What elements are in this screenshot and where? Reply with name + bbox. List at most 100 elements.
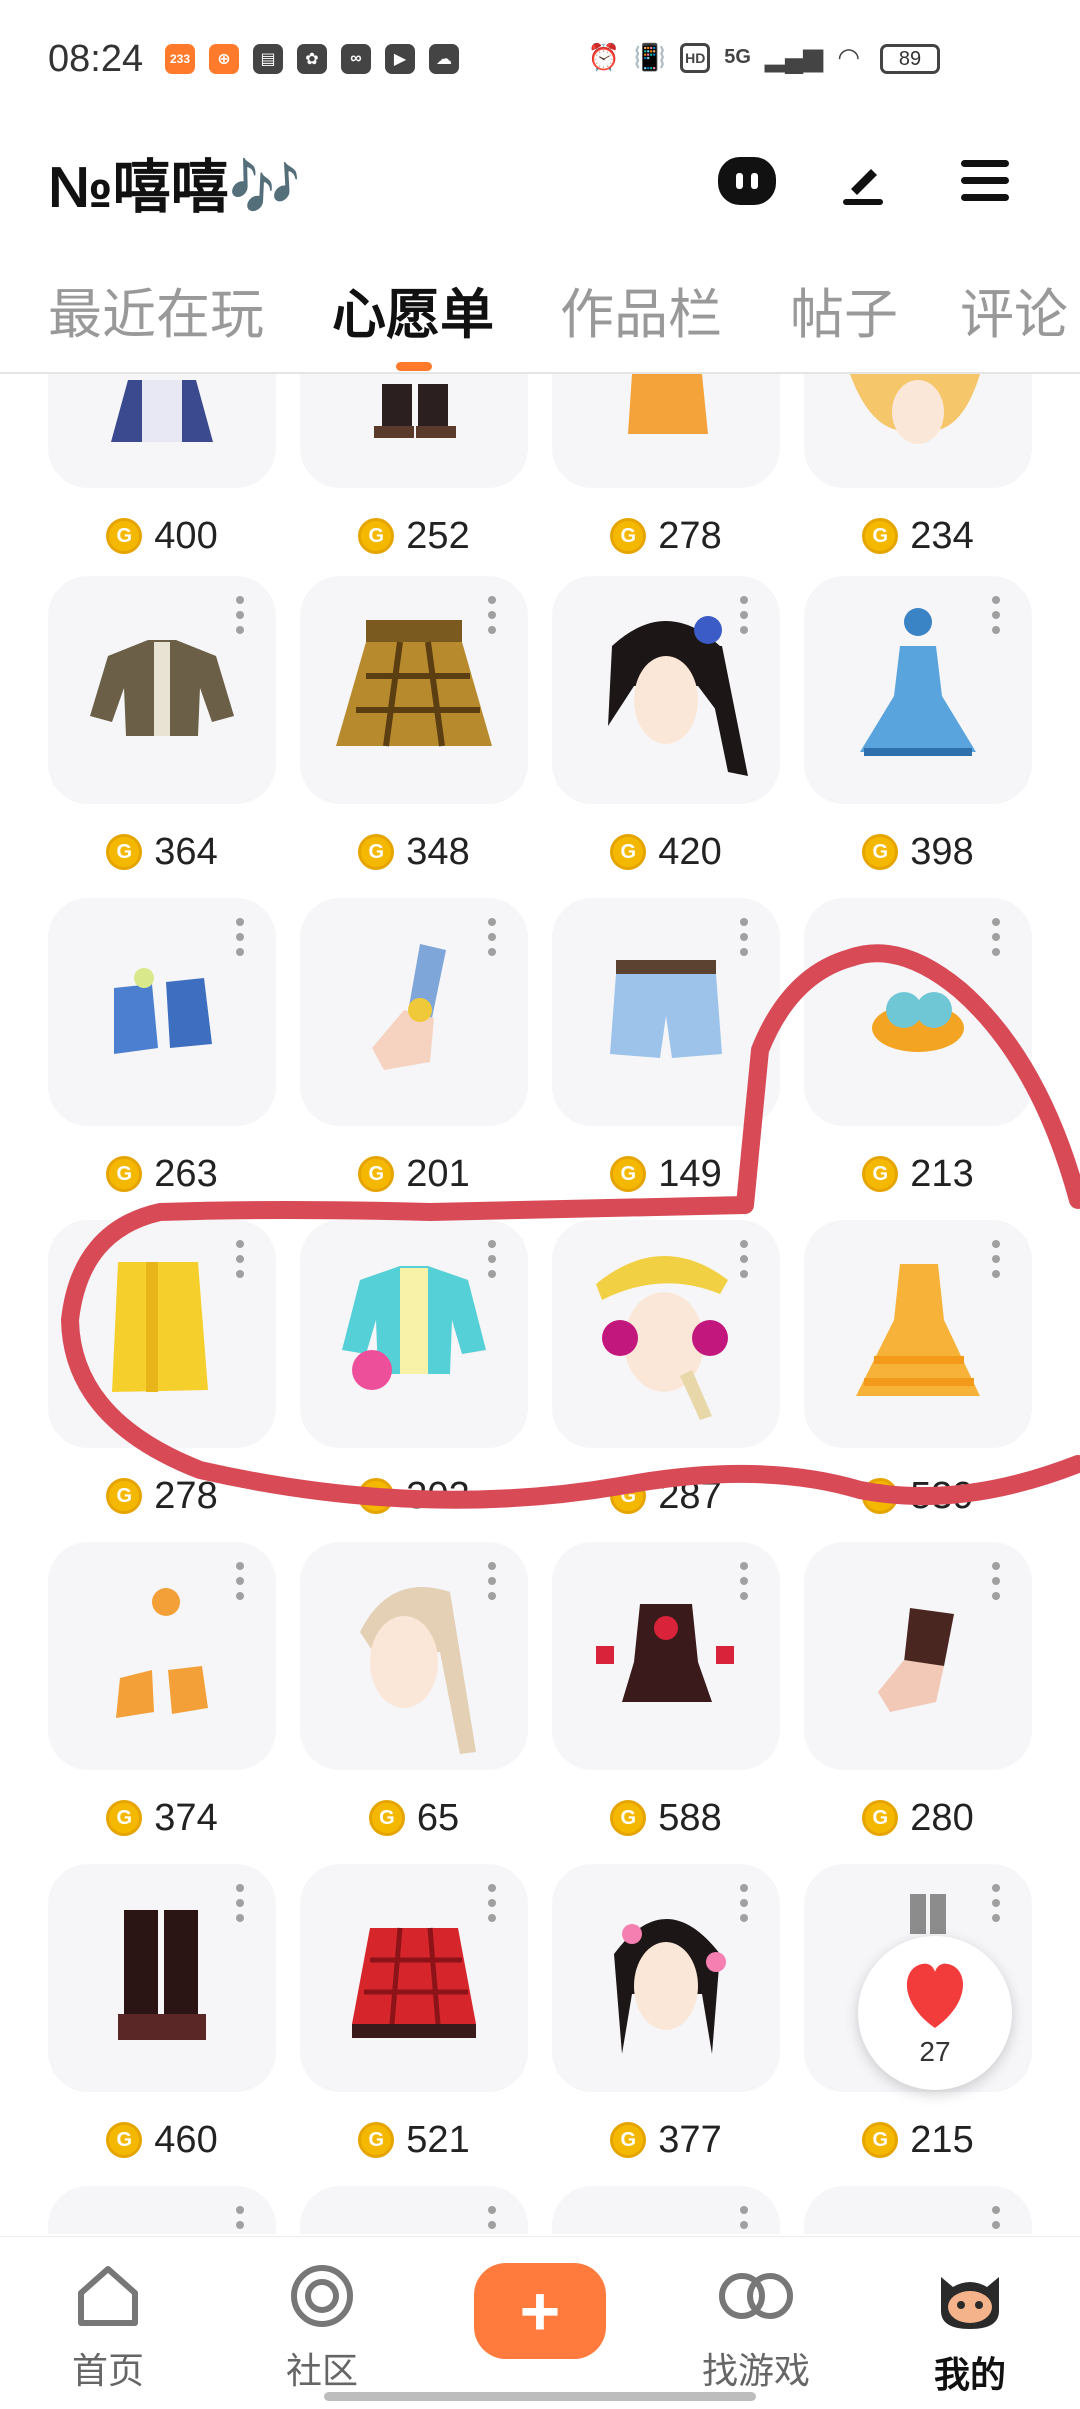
wishlist-item[interactable]: 278 <box>552 374 780 564</box>
more-options-icon[interactable] <box>992 1240 1000 1285</box>
item-card[interactable] <box>300 1864 528 2092</box>
wishlist-item[interactable]: 539 <box>804 1220 1032 1524</box>
item-card[interactable] <box>552 1542 780 1770</box>
wishlist-item[interactable] <box>552 2186 780 2234</box>
wishlist-item[interactable]: 234 <box>804 374 1032 564</box>
more-options-icon[interactable] <box>236 2206 244 2234</box>
tab-recently-played[interactable]: 最近在玩 <box>48 270 264 349</box>
more-options-icon[interactable] <box>992 1884 1000 1929</box>
wishlist-item[interactable]: 149 <box>552 898 780 1202</box>
nav-label: 首页 <box>71 2350 144 2391</box>
more-options-icon[interactable] <box>488 1240 496 1285</box>
item-card[interactable] <box>804 1220 1032 1448</box>
dress-icon <box>111 380 213 442</box>
more-options-icon[interactable] <box>740 918 748 963</box>
item-card[interactable] <box>552 576 780 804</box>
tab-works[interactable]: 作品栏 <box>560 270 722 349</box>
wishlist-item[interactable]: 213 <box>804 898 1032 1202</box>
menu-button[interactable] <box>950 146 1020 216</box>
app-notification-icon: ⊕ <box>209 44 239 74</box>
tab-comments[interactable]: 评论 <box>960 270 1068 349</box>
item-card[interactable] <box>552 1864 780 2092</box>
more-options-icon[interactable] <box>992 918 1000 963</box>
wishlist-item[interactable]: 280 <box>804 1542 1032 1846</box>
item-card[interactable] <box>48 2186 276 2234</box>
more-options-icon[interactable] <box>236 596 244 641</box>
wishlist-item[interactable]: 278 <box>48 1220 276 1524</box>
item-card[interactable] <box>552 2186 780 2234</box>
favorite-float-button[interactable]: 27 <box>858 1936 1012 2090</box>
item-card[interactable] <box>804 898 1032 1126</box>
item-card[interactable] <box>300 576 528 804</box>
item-card[interactable] <box>804 1542 1032 1770</box>
wishlist-item[interactable]: 348 <box>300 576 528 880</box>
item-card[interactable] <box>48 898 276 1126</box>
wishlist-item[interactable]: 377 <box>552 1864 780 2168</box>
wishlist-item[interactable]: 302 <box>300 1220 528 1524</box>
item-card[interactable] <box>552 898 780 1126</box>
more-options-icon[interactable] <box>236 918 244 963</box>
nav-home[interactable]: 首页 <box>38 2263 178 2394</box>
more-options-icon[interactable] <box>740 1884 748 1929</box>
item-card[interactable] <box>552 1220 780 1448</box>
more-options-icon[interactable] <box>236 1884 244 1929</box>
wishlist-item[interactable]: 521 <box>300 1864 528 2168</box>
wishlist-item[interactable]: 400 <box>48 374 276 564</box>
price-value: 278 <box>154 1474 218 1517</box>
more-options-icon[interactable] <box>488 1884 496 1929</box>
more-options-icon[interactable] <box>236 1562 244 1607</box>
wishlist-item[interactable] <box>804 2186 1032 2234</box>
item-card[interactable] <box>804 2186 1032 2234</box>
item-card[interactable] <box>48 576 276 804</box>
wishlist-item[interactable]: 460 <box>48 1864 276 2168</box>
more-options-icon[interactable] <box>740 1562 748 1607</box>
more-options-icon[interactable] <box>488 596 496 641</box>
wishlist-item[interactable]: 65 <box>300 1542 528 1846</box>
item-card[interactable] <box>300 898 528 1126</box>
more-options-icon[interactable] <box>992 596 1000 641</box>
wishlist-item[interactable]: 420 <box>552 576 780 880</box>
price-value: 588 <box>658 1796 722 1839</box>
item-card[interactable] <box>48 1542 276 1770</box>
item-card[interactable] <box>552 374 780 488</box>
item-card[interactable] <box>804 374 1032 488</box>
more-options-icon[interactable] <box>740 596 748 641</box>
item-card[interactable] <box>300 2186 528 2234</box>
more-options-icon[interactable] <box>236 1240 244 1285</box>
tab-wishlist[interactable]: 心愿单 <box>332 270 494 349</box>
nav-profile[interactable]: 我的 <box>900 2263 1040 2398</box>
wishlist-item[interactable]: 374 <box>48 1542 276 1846</box>
more-options-icon[interactable] <box>488 918 496 963</box>
item-card[interactable] <box>48 1864 276 2092</box>
wishlist-item[interactable]: 364 <box>48 576 276 880</box>
nav-find-games[interactable]: 找游戏 <box>686 2263 826 2394</box>
create-post-button[interactable]: + <box>474 2263 606 2359</box>
wishlist-item[interactable]: 287 <box>552 1220 780 1524</box>
more-options-icon[interactable] <box>740 1240 748 1285</box>
more-options-icon[interactable] <box>488 2206 496 2234</box>
more-options-icon[interactable] <box>992 1562 1000 1607</box>
item-price: 280 <box>804 1790 1032 1846</box>
wishlist-item[interactable]: 201 <box>300 898 528 1202</box>
more-options-icon[interactable] <box>740 2206 748 2234</box>
tab-posts[interactable]: 帖子 <box>790 270 898 349</box>
more-options-icon[interactable] <box>992 2206 1000 2234</box>
item-card[interactable] <box>48 1220 276 1448</box>
wishlist-item[interactable]: 263 <box>48 898 276 1202</box>
wishlist-item[interactable] <box>48 2186 276 2234</box>
wishlist-item[interactable]: 588 <box>552 1542 780 1846</box>
wishlist-item[interactable]: 252 <box>300 374 528 564</box>
item-card[interactable] <box>300 374 528 488</box>
item-card[interactable] <box>300 1542 528 1770</box>
more-options-icon[interactable] <box>488 1562 496 1607</box>
price-value: 65 <box>416 1796 460 1839</box>
wishlist-item[interactable]: 398 <box>804 576 1032 880</box>
item-card[interactable] <box>48 374 276 488</box>
item-card[interactable] <box>804 576 1032 804</box>
chat-button[interactable] <box>712 146 782 216</box>
nav-community[interactable]: 社区 <box>252 2263 392 2394</box>
item-price: 521 <box>300 2112 528 2168</box>
edit-button[interactable] <box>828 146 898 216</box>
wishlist-item[interactable] <box>300 2186 528 2234</box>
item-card[interactable] <box>300 1220 528 1448</box>
